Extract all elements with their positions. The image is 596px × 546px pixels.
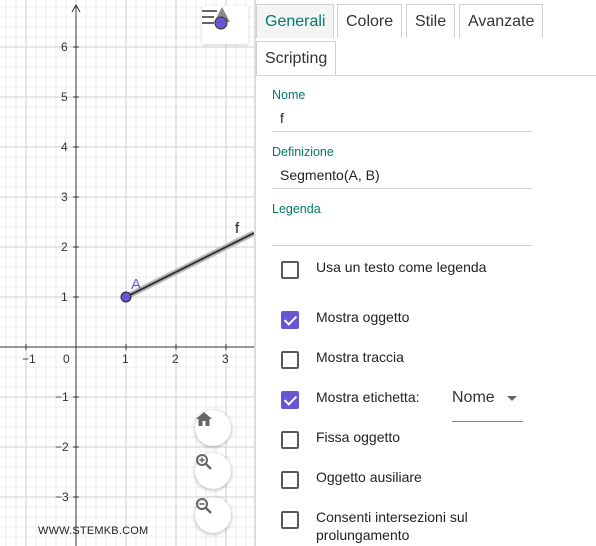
home-icon <box>196 412 212 426</box>
y-tick-label: 2 <box>61 240 68 254</box>
tab-stile[interactable]: Stile <box>406 4 456 38</box>
mostra-oggetto-label: Mostra oggetto <box>316 309 410 325</box>
point-a[interactable] <box>120 291 132 303</box>
label-style-dropdown[interactable]: Nome <box>452 384 523 422</box>
x-tick-label: 2 <box>172 352 179 366</box>
mostra-oggetto-checkbox-row[interactable]: Mostra oggetto <box>281 308 409 332</box>
nome-input[interactable]: f <box>272 104 532 132</box>
properties-panel: Generali Colore Stile Avanzate Scripting… <box>256 0 596 546</box>
watermark: WWW.STEMKB.COM <box>38 525 149 537</box>
segment-f-label: f <box>235 220 240 237</box>
tab-generali[interactable]: Generali <box>256 4 335 38</box>
graphics-view[interactable]: −1 0 1 2 3 6 5 4 3 2 1 −1 −2 −3 f A WWW.STEMKB.COM <box>0 0 254 546</box>
tab-colore[interactable]: Colore <box>337 4 403 38</box>
consenti-intersezioni-label-line1: Consenti intersezioni sul <box>316 509 468 525</box>
style-bar-icon <box>202 7 230 30</box>
zoom-in-icon <box>196 454 212 470</box>
oggetto-ausiliare-checkbox-row[interactable]: Oggetto ausiliare <box>281 468 422 492</box>
y-tick-label: 3 <box>61 190 68 204</box>
properties-tabs: Generali Colore Stile Avanzate Scripting <box>256 0 596 76</box>
mostra-etichetta-checkbox[interactable] <box>281 391 299 409</box>
zoom-out-icon <box>196 498 212 514</box>
zoom-out-button[interactable] <box>195 497 231 533</box>
x-tick-label: −1 <box>22 352 36 366</box>
x-tick-label: 1 <box>122 352 129 366</box>
mostra-etichetta-label: Mostra etichetta: <box>316 389 420 405</box>
chevron-down-icon <box>507 396 517 401</box>
y-tick-label: 5 <box>61 90 68 104</box>
legenda-label: Legenda <box>272 202 321 216</box>
mostra-etichetta-checkbox-row[interactable]: Mostra etichetta: <box>281 388 420 412</box>
consenti-intersezioni-checkbox[interactable] <box>281 511 299 529</box>
y-tick-label: 1 <box>61 290 68 304</box>
usa-testo-legenda-checkbox[interactable] <box>281 261 299 279</box>
y-tick-label: −1 <box>55 390 69 404</box>
home-button[interactable] <box>195 410 231 446</box>
mostra-traccia-checkbox-row[interactable]: Mostra traccia <box>281 348 404 372</box>
point-a-label: A <box>131 276 141 293</box>
consenti-intersezioni-label: Consenti intersezioni sul prolungamento <box>316 508 468 544</box>
fissa-oggetto-checkbox[interactable] <box>281 431 299 449</box>
legenda-input[interactable] <box>272 218 532 246</box>
definizione-label: Definizione <box>272 145 334 159</box>
nome-label: Nome <box>272 88 306 102</box>
y-tick-label: −3 <box>55 490 69 504</box>
y-tick-label: −2 <box>55 440 69 454</box>
mostra-oggetto-checkbox[interactable] <box>281 311 299 329</box>
tab-scripting[interactable]: Scripting <box>256 41 337 75</box>
style-bar-toggle-button[interactable] <box>202 6 248 44</box>
usa-testo-legenda-checkbox-row[interactable]: Usa un testo come legenda <box>281 258 486 282</box>
consenti-intersezioni-label-line2: prolungamento <box>316 527 410 543</box>
tab-avanzate[interactable]: Avanzate <box>459 4 544 38</box>
oggetto-ausiliare-label: Oggetto ausiliare <box>316 469 422 485</box>
fissa-oggetto-label: Fissa oggetto <box>316 429 401 445</box>
y-tick-label: 6 <box>61 40 68 54</box>
definizione-input[interactable]: Segmento(A, B) <box>272 161 532 189</box>
y-tick-label: 4 <box>61 140 68 154</box>
zoom-in-button[interactable] <box>195 453 231 489</box>
x-tick-label: 3 <box>222 352 229 366</box>
fissa-oggetto-checkbox-row[interactable]: Fissa oggetto <box>281 428 400 452</box>
usa-testo-legenda-label: Usa un testo come legenda <box>316 259 487 275</box>
mostra-traccia-label: Mostra traccia <box>316 349 404 365</box>
consenti-intersezioni-checkbox-row[interactable]: Consenti intersezioni sul prolungamento <box>281 508 468 546</box>
x-tick-label: 0 <box>63 352 70 366</box>
mostra-traccia-checkbox[interactable] <box>281 351 299 369</box>
oggetto-ausiliare-checkbox[interactable] <box>281 471 299 489</box>
label-style-selected: Nome <box>452 389 495 406</box>
